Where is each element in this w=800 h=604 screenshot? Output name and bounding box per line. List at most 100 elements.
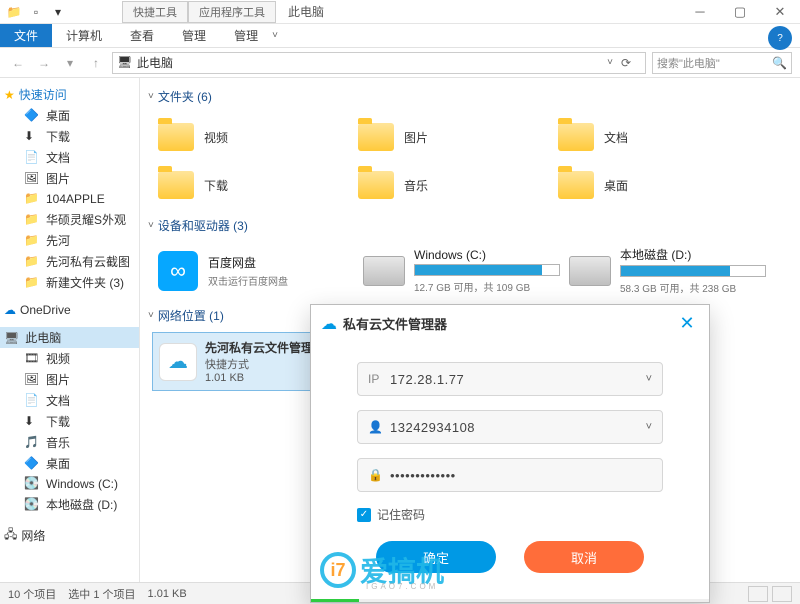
view-tiles-icon[interactable]	[772, 586, 792, 602]
nav-up-icon[interactable]: ↑	[86, 53, 106, 73]
user-field[interactable]: 👤 13242934108 ˅	[357, 410, 663, 444]
download-icon: ⬇	[24, 414, 40, 430]
lock-icon: 🔒	[368, 468, 390, 482]
address-dropdown-icon[interactable]: ˅	[603, 57, 617, 68]
picture-icon: 🖼	[24, 171, 40, 187]
sidebar-item-documents[interactable]: 📄文档	[0, 147, 139, 168]
search-icon[interactable]: 🔍	[772, 56, 787, 70]
explorer-icon: 📁	[6, 4, 22, 20]
download-icon: ⬇	[24, 129, 40, 145]
network-icon: 🖧	[4, 525, 17, 546]
folder-downloads[interactable]: 下载	[152, 161, 352, 209]
sidebar-network[interactable]: 🖧网络	[0, 523, 139, 548]
device-grid: ∞ 百度网盘双击运行百度网盘 Windows (C:)12.7 GB 可用，共 …	[140, 238, 800, 303]
sidebar-onedrive[interactable]: ☁OneDrive	[0, 301, 139, 319]
sidebar-item-screenshots[interactable]: 📁先河私有云截图	[0, 251, 139, 272]
chevron-down-icon: ˅	[148, 91, 154, 102]
search-placeholder: 搜索"此电脑"	[657, 55, 772, 71]
sidebar-item-desktop2[interactable]: 🔷桌面	[0, 453, 139, 474]
section-folders[interactable]: ˅文件夹 (6)	[140, 84, 800, 109]
device-drive-d[interactable]: 本地磁盘 (D:)58.3 GB 可用，共 238 GB	[564, 242, 770, 299]
folder-icon	[158, 123, 194, 151]
section-devices[interactable]: ˅设备和驱动器 (3)	[140, 213, 800, 238]
folder-grid: 视频 图片 文档 下载 音乐 桌面	[140, 109, 800, 213]
sidebar-item-drive-d[interactable]: 💽本地磁盘 (D:)	[0, 494, 139, 515]
status-size: 1.01 KB	[148, 588, 187, 600]
sidebar-item-104apple[interactable]: 📁104APPLE	[0, 189, 139, 209]
drive-icon	[569, 256, 611, 286]
cancel-button[interactable]: 取消	[524, 541, 644, 573]
nav-forward-icon[interactable]: →	[34, 53, 54, 73]
sidebar-item-downloads[interactable]: ⬇下载	[0, 126, 139, 147]
checkbox-checked-icon[interactable]: ✓	[357, 508, 371, 522]
close-button[interactable]: ✕	[760, 0, 800, 24]
sidebar-item-drive-c[interactable]: 💽Windows (C:)	[0, 474, 139, 494]
refresh-icon[interactable]: ⟳	[621, 56, 641, 70]
watermark-logo-icon: i7	[320, 552, 356, 588]
help-icon[interactable]: ?	[768, 26, 792, 50]
nav-back-icon[interactable]: ←	[8, 53, 28, 73]
music-icon: 🎵	[24, 435, 40, 451]
password-value: •••••••••••••	[390, 468, 652, 483]
sidebar-item-music[interactable]: 🎵音乐	[0, 432, 139, 453]
sidebar-quick-access[interactable]: ★快速访问	[0, 84, 139, 105]
remember-password-row[interactable]: ✓ 记住密码	[357, 506, 663, 523]
ctx-tab-shortcut-tools[interactable]: 快捷工具	[122, 1, 188, 23]
sidebar-thispc[interactable]: 🖥此电脑	[0, 327, 139, 348]
sidebar-item-desktop[interactable]: 🔷桌面	[0, 105, 139, 126]
sidebar-item-videos[interactable]: 🎞视频	[0, 348, 139, 369]
chevron-down-icon: ˅	[148, 310, 154, 321]
thispc-icon: 🖥	[4, 331, 19, 345]
dialog-title: 私有云文件管理器	[343, 314, 675, 333]
address-bar: ← → ▾ ↑ 🖥 此电脑 ˅ ⟳ 搜索"此电脑" 🔍	[0, 48, 800, 78]
folder-icon	[358, 123, 394, 151]
window-title: 此电脑	[288, 3, 324, 20]
ribbon-tab-computer[interactable]: 计算机	[52, 24, 116, 47]
ribbon-tab-view[interactable]: 查看	[116, 24, 168, 47]
address-box[interactable]: 🖥 此电脑 ˅ ⟳	[112, 52, 646, 74]
sidebar-item-downloads2[interactable]: ⬇下载	[0, 411, 139, 432]
drive-icon: 💽	[24, 476, 40, 492]
folder-documents[interactable]: 文档	[552, 113, 752, 161]
chevron-down-icon[interactable]: ˅	[646, 421, 652, 433]
status-item-count: 10 个项目	[8, 586, 56, 602]
ribbon-expand-icon[interactable]: ˅	[272, 24, 292, 47]
ribbon-tab-manage[interactable]: 管理	[168, 24, 220, 47]
status-selected: 选中 1 个项目	[68, 586, 135, 602]
folder-pictures[interactable]: 图片	[352, 113, 552, 161]
sidebar-item-pictures2[interactable]: 🖼图片	[0, 369, 139, 390]
folder-icon: 📁	[24, 191, 40, 207]
folder-desktop[interactable]: 桌面	[552, 161, 752, 209]
titlebar: 📁 ▫ ▾ 快捷工具 应用程序工具 此电脑 ─ ▢ ✕	[0, 0, 800, 24]
capacity-bar	[620, 265, 766, 277]
qat-properties-icon[interactable]: ▫	[28, 4, 44, 20]
sidebar-item-pictures[interactable]: 🖼图片	[0, 168, 139, 189]
device-baidu[interactable]: ∞ 百度网盘双击运行百度网盘	[152, 242, 358, 299]
nav-history-icon[interactable]: ▾	[60, 53, 80, 73]
baidu-icon: ∞	[158, 251, 198, 291]
ip-field[interactable]: IP 172.28.1.77 ˅	[357, 362, 663, 396]
sidebar-item-newfolder[interactable]: 📁新建文件夹 (3)	[0, 272, 139, 293]
dialog-close-icon[interactable]: ✕	[675, 313, 699, 334]
folder-videos[interactable]: 视频	[152, 113, 352, 161]
password-field[interactable]: 🔒 •••••••••••••	[357, 458, 663, 492]
ribbon-tab-manage2[interactable]: 管理	[220, 24, 272, 47]
qat-dropdown-icon[interactable]: ▾	[50, 4, 66, 20]
document-icon: 📄	[24, 150, 40, 166]
minimize-button[interactable]: ─	[680, 0, 720, 24]
search-box[interactable]: 搜索"此电脑" 🔍	[652, 52, 792, 74]
network-location-item[interactable]: ☁ 先河私有云文件管理器 快捷方式 1.01 KB	[152, 332, 332, 391]
thispc-icon: 🖥	[117, 55, 133, 71]
sidebar-item-xianhe[interactable]: 📁先河	[0, 230, 139, 251]
sidebar-item-asus[interactable]: 📁华硕灵耀S外观	[0, 209, 139, 230]
sidebar-item-documents2[interactable]: 📄文档	[0, 390, 139, 411]
ctx-tab-app-tools[interactable]: 应用程序工具	[188, 1, 276, 23]
folder-music[interactable]: 音乐	[352, 161, 552, 209]
chevron-down-icon[interactable]: ˅	[646, 373, 652, 385]
ribbon-file-tab[interactable]: 文件	[0, 24, 52, 47]
picture-icon: 🖼	[24, 372, 40, 388]
desktop-icon: 🔷	[24, 456, 40, 472]
view-details-icon[interactable]	[748, 586, 768, 602]
maximize-button[interactable]: ▢	[720, 0, 760, 24]
device-drive-c[interactable]: Windows (C:)12.7 GB 可用，共 109 GB	[358, 242, 564, 299]
